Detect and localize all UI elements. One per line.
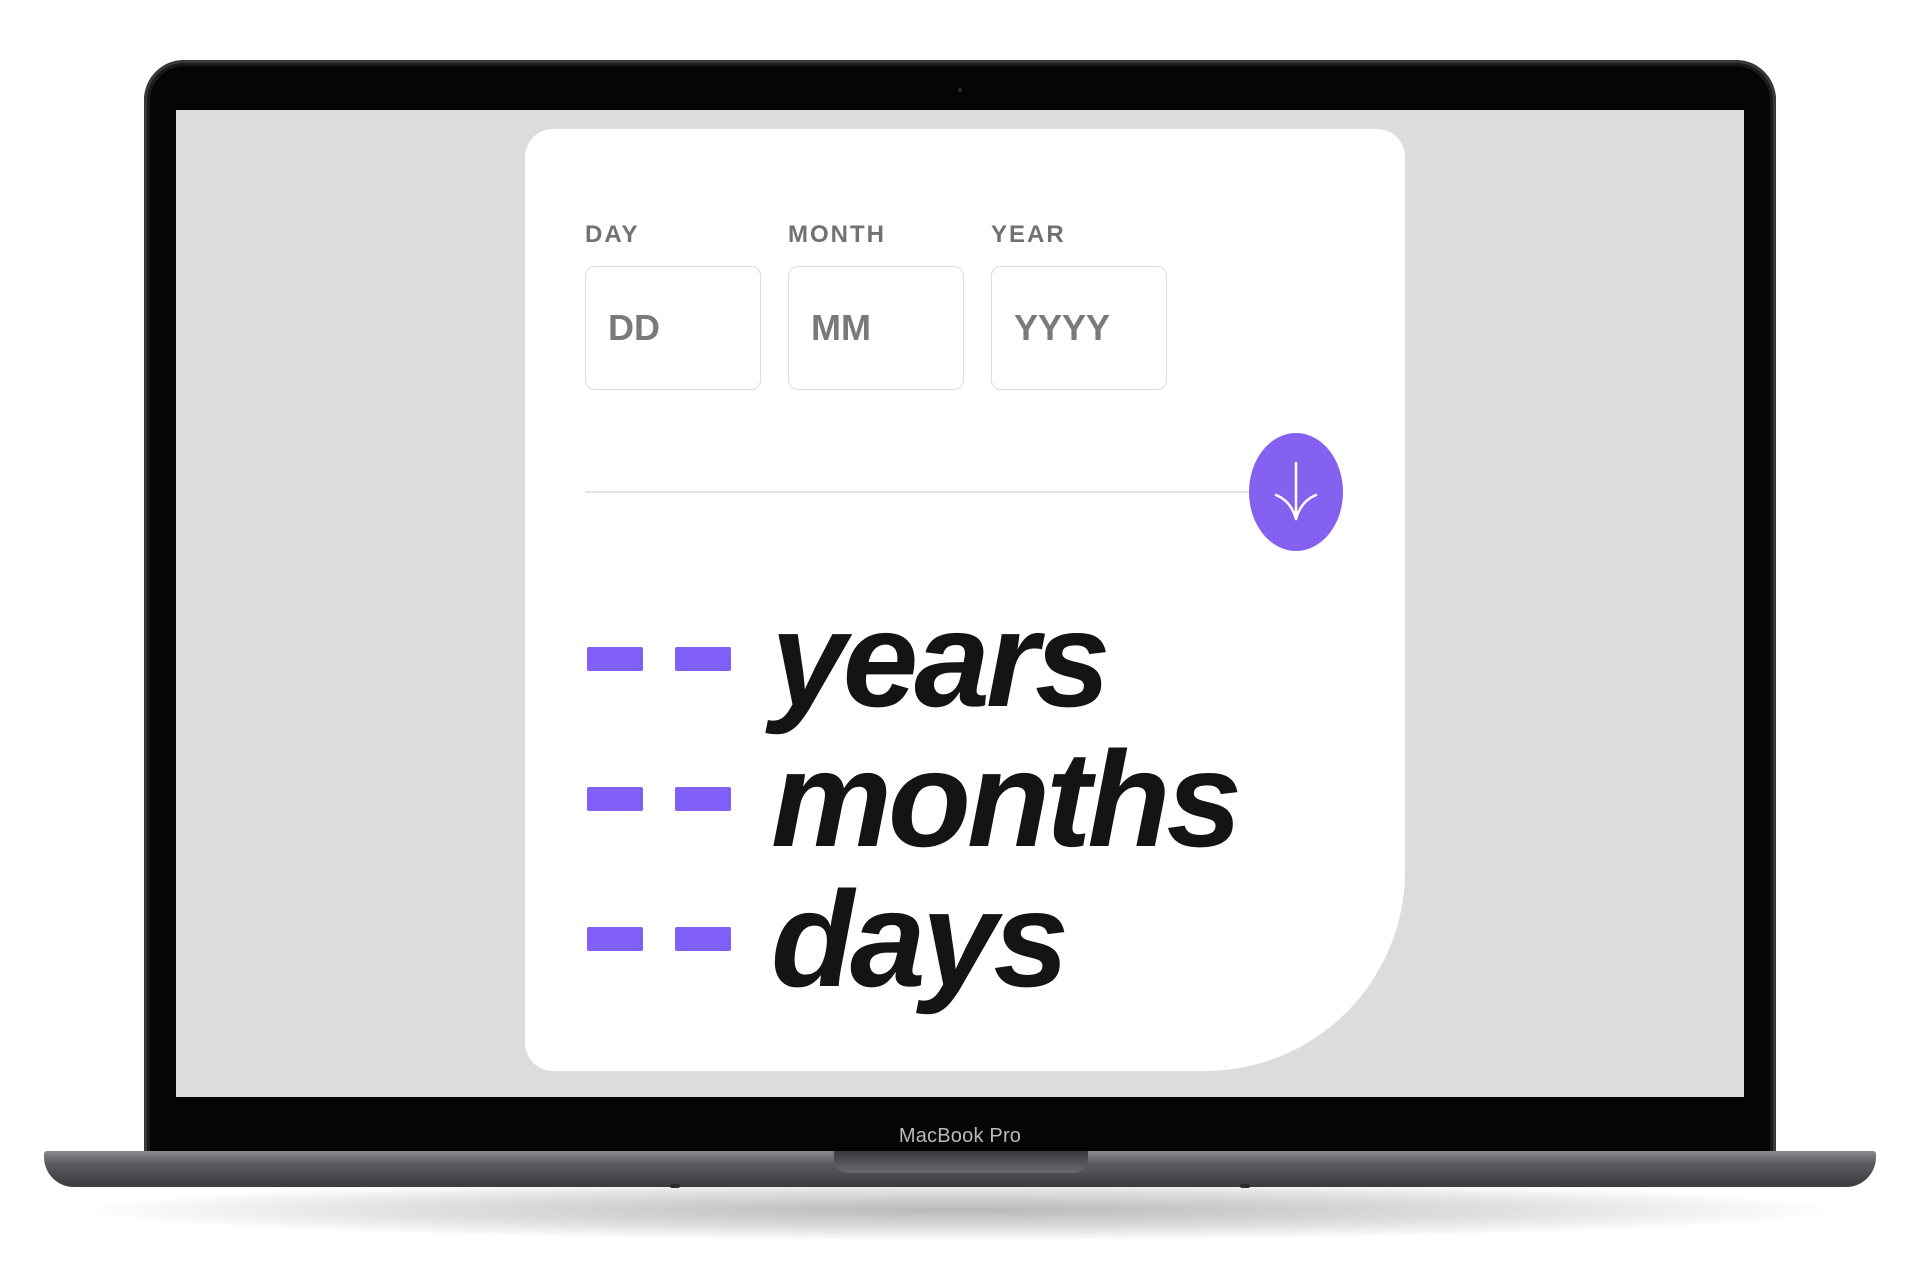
- app-screen: DAY MONTH YEAR years: [176, 110, 1744, 1097]
- month-input[interactable]: [788, 266, 964, 390]
- laptop-foot: [1240, 1184, 1250, 1188]
- days-value: [585, 869, 735, 1009]
- laptop-model-label: MacBook Pro: [898, 1125, 1022, 1147]
- camera-icon: [958, 88, 962, 92]
- day-label: DAY: [585, 221, 640, 248]
- month-label: MONTH: [788, 221, 886, 248]
- arrow-down-icon: [1274, 461, 1318, 521]
- year-input[interactable]: [991, 266, 1167, 390]
- age-calculator-card: DAY MONTH YEAR years: [525, 129, 1405, 1071]
- day-field: DAY: [585, 217, 761, 390]
- laptop-shadow: [90, 1180, 1830, 1240]
- month-field: MONTH: [788, 217, 964, 390]
- year-field: YEAR: [991, 217, 1167, 390]
- year-label: YEAR: [991, 221, 1066, 248]
- years-label: years: [771, 583, 1110, 735]
- day-input[interactable]: [585, 266, 761, 390]
- laptop-foot: [670, 1184, 680, 1188]
- months-label: months: [771, 723, 1242, 875]
- laptop-base-notch: [834, 1151, 1088, 1173]
- divider: [585, 491, 1305, 493]
- days-label: days: [771, 863, 1069, 1015]
- years-value: [585, 589, 735, 729]
- submit-button[interactable]: [1249, 433, 1343, 551]
- months-value: [585, 729, 735, 869]
